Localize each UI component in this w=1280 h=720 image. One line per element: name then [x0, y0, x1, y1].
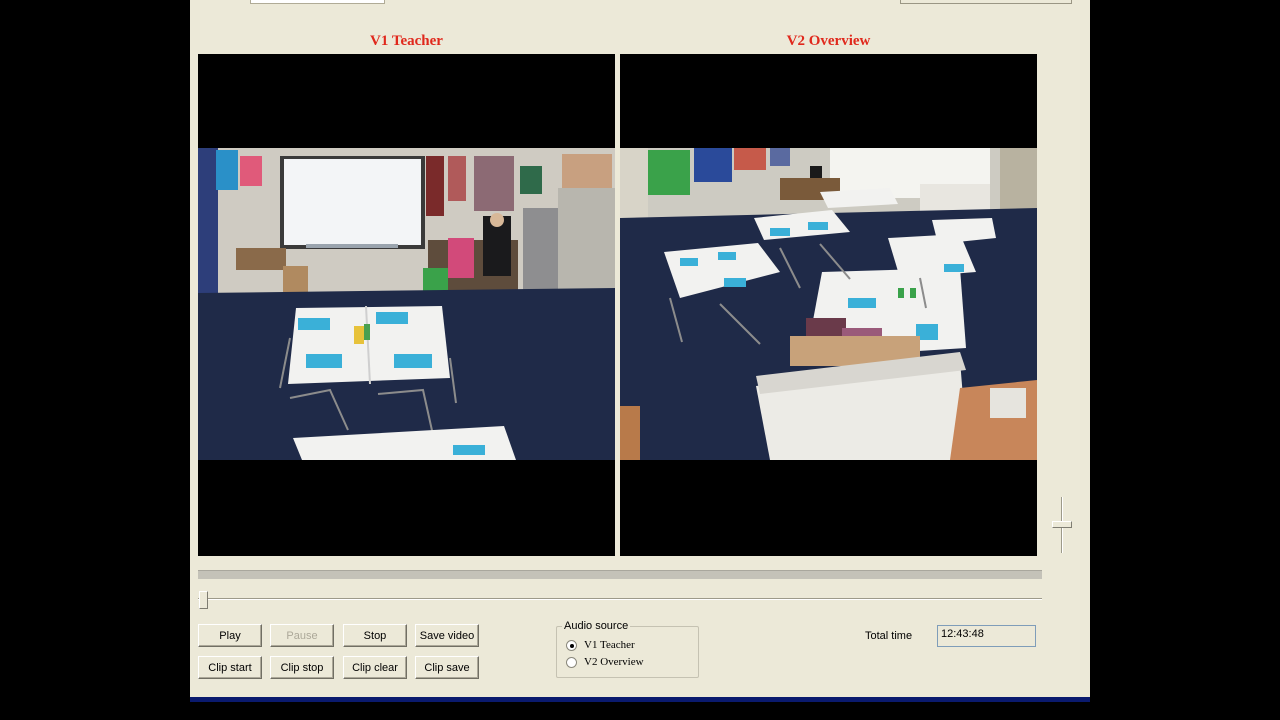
- audio-option-v1[interactable]: V1 Teacher: [566, 639, 635, 651]
- v1-title: V1 Teacher: [370, 33, 443, 49]
- play-button[interactable]: Play: [198, 624, 262, 647]
- seek-slider-track[interactable]: [198, 598, 1042, 600]
- save-video-button[interactable]: Save video: [415, 624, 479, 647]
- audio-source-group: [556, 626, 699, 678]
- window-bottom-border: [190, 697, 1090, 702]
- clip-clear-button[interactable]: Clip clear: [343, 656, 407, 679]
- clip-start-button[interactable]: Clip start: [198, 656, 262, 679]
- pause-button[interactable]: Pause: [270, 624, 334, 647]
- v2-title: V2 Overview: [786, 33, 871, 49]
- stop-button[interactable]: Stop: [343, 624, 407, 647]
- v2-video-frame[interactable]: [620, 54, 1037, 556]
- top-dropdown[interactable]: [900, 0, 1072, 4]
- radio-v1-teacher[interactable]: [566, 639, 577, 651]
- clip-stop-button[interactable]: Clip stop: [270, 656, 334, 679]
- volume-slider-thumb[interactable]: [1052, 521, 1072, 528]
- total-time-field: 12:43:48: [937, 625, 1036, 647]
- v1-video-frame[interactable]: [198, 54, 615, 556]
- audio-option-v2[interactable]: V2 Overview: [566, 656, 644, 668]
- radio-v2-overview[interactable]: [566, 656, 577, 668]
- radio-v2-label: V2 Overview: [584, 656, 644, 668]
- audio-source-legend: Audio source: [562, 620, 631, 632]
- progress-track[interactable]: [198, 570, 1042, 579]
- v2-classroom-image: [620, 148, 1037, 460]
- seek-slider-thumb[interactable]: [199, 591, 208, 609]
- total-time-label: Total time: [865, 630, 913, 642]
- top-input-field[interactable]: [250, 0, 385, 4]
- clip-save-button[interactable]: Clip save: [415, 656, 479, 679]
- v1-classroom-image: [198, 148, 615, 460]
- video-player-window: V1 Teacher V2 Overview Play Pause Stop S…: [190, 0, 1090, 702]
- radio-v1-label: V1 Teacher: [584, 639, 635, 651]
